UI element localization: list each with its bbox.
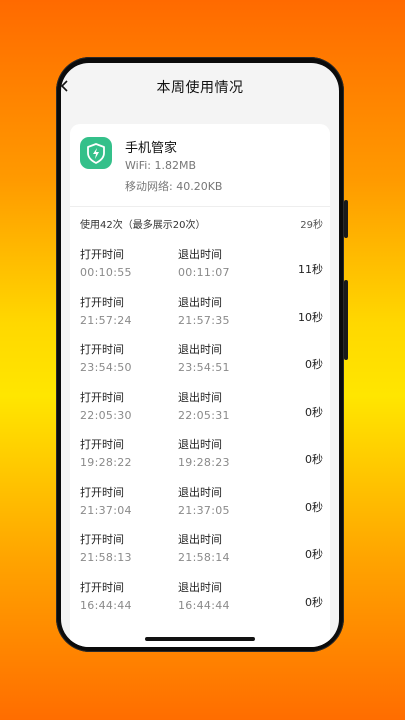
open-time-label: 打开时间 bbox=[80, 438, 124, 451]
open-time-value: 21:58:13 bbox=[80, 551, 132, 564]
home-indicator[interactable] bbox=[145, 637, 255, 641]
session-row: 打开时间 16:44:44 退出时间 16:44:44 0秒 bbox=[70, 579, 330, 627]
open-time-label: 打开时间 bbox=[80, 248, 124, 261]
power-button bbox=[344, 280, 348, 360]
exit-time-label: 退出时间 bbox=[178, 343, 222, 356]
app-name: 手机管家 bbox=[125, 141, 178, 156]
session-row: 打开时间 23:54:50 退出时间 23:54:51 0秒 bbox=[70, 341, 330, 389]
open-time-value: 00:10:55 bbox=[80, 266, 132, 279]
usage-count: 使用42次（最多展示20次） bbox=[80, 220, 206, 231]
open-time-value: 19:28:22 bbox=[80, 456, 132, 469]
open-time-label: 打开时间 bbox=[80, 295, 124, 309]
open-time-value: 23:54:50 bbox=[80, 361, 132, 374]
wifi-usage: WiFi: 1.82MB bbox=[125, 159, 197, 172]
exit-time-label: 退出时间 bbox=[178, 580, 222, 594]
session-list: 打开时间 00:10:55 退出时间 00:11:07 11秒 打开时间 21:57:24 退… bbox=[70, 246, 330, 626]
session-duration: 11秒 bbox=[298, 263, 323, 276]
session-row: 打开时间 21:58:13 退出时间 21:58:14 0秒 bbox=[70, 531, 330, 579]
open-time-label: 打开时间 bbox=[80, 580, 124, 594]
back-arrow-icon[interactable] bbox=[61, 76, 70, 96]
open-time-label: 打开时间 bbox=[80, 485, 124, 499]
exit-time-value: 16:44:44 bbox=[178, 598, 230, 612]
open-time-label: 打开时间 bbox=[80, 343, 124, 356]
exit-time-label: 退出时间 bbox=[178, 438, 222, 451]
session-duration: 0秒 bbox=[305, 453, 323, 466]
exit-time-value: 21:37:05 bbox=[178, 503, 230, 517]
exit-time-label: 退出时间 bbox=[178, 390, 222, 404]
usage-card: 手机管家 WiFi: 1.82MB 移动网络: 40.20KB 使用42次（最多… bbox=[70, 124, 330, 647]
exit-time-value: 23:54:51 bbox=[178, 361, 230, 374]
exit-time-label: 退出时间 bbox=[178, 295, 222, 309]
session-duration: 0秒 bbox=[305, 500, 323, 514]
exit-time-label: 退出时间 bbox=[178, 485, 222, 499]
session-row: 打开时间 21:57:24 退出时间 21:57:35 10秒 bbox=[70, 294, 330, 342]
session-duration: 10秒 bbox=[298, 310, 323, 324]
session-row: 打开时间 21:37:04 退出时间 21:37:05 0秒 bbox=[70, 484, 330, 532]
app-screen: 本周使用情况 手机管家 WiFi: 1.82MB 移动网络: 40.20KB 使… bbox=[61, 63, 339, 647]
volume-button bbox=[344, 200, 348, 238]
open-time-value: 22:05:30 bbox=[80, 408, 132, 422]
open-time-value: 16:44:44 bbox=[80, 598, 132, 612]
session-row: 打开时间 22:05:30 退出时间 22:05:31 0秒 bbox=[70, 389, 330, 437]
session-duration: 0秒 bbox=[305, 405, 323, 419]
session-duration: 0秒 bbox=[305, 358, 323, 371]
divider bbox=[70, 206, 330, 207]
exit-time-label: 退出时间 bbox=[178, 533, 222, 546]
exit-time-value: 21:58:14 bbox=[178, 551, 230, 564]
session-row: 打开时间 19:28:22 退出时间 19:28:23 0秒 bbox=[70, 436, 330, 484]
exit-time-label: 退出时间 bbox=[178, 248, 222, 261]
exit-time-value: 21:57:35 bbox=[178, 313, 230, 327]
session-duration: 0秒 bbox=[305, 595, 323, 609]
header: 本周使用情况 bbox=[61, 63, 339, 111]
exit-time-value: 19:28:23 bbox=[178, 456, 230, 469]
open-time-value: 21:57:24 bbox=[80, 313, 132, 327]
open-time-label: 打开时间 bbox=[80, 533, 124, 546]
open-time-label: 打开时间 bbox=[80, 390, 124, 404]
mobile-usage: 移动网络: 40.20KB bbox=[125, 180, 223, 193]
page-title: 本周使用情况 bbox=[156, 80, 244, 96]
session-row: 打开时间 00:10:55 退出时间 00:11:07 11秒 bbox=[70, 246, 330, 294]
shield-lightning-icon bbox=[80, 137, 112, 169]
session-duration: 0秒 bbox=[305, 548, 323, 561]
usage-total-duration: 29秒 bbox=[300, 220, 323, 231]
exit-time-value: 00:11:07 bbox=[178, 266, 230, 279]
open-time-value: 21:37:04 bbox=[80, 503, 132, 517]
exit-time-value: 22:05:31 bbox=[178, 408, 230, 422]
